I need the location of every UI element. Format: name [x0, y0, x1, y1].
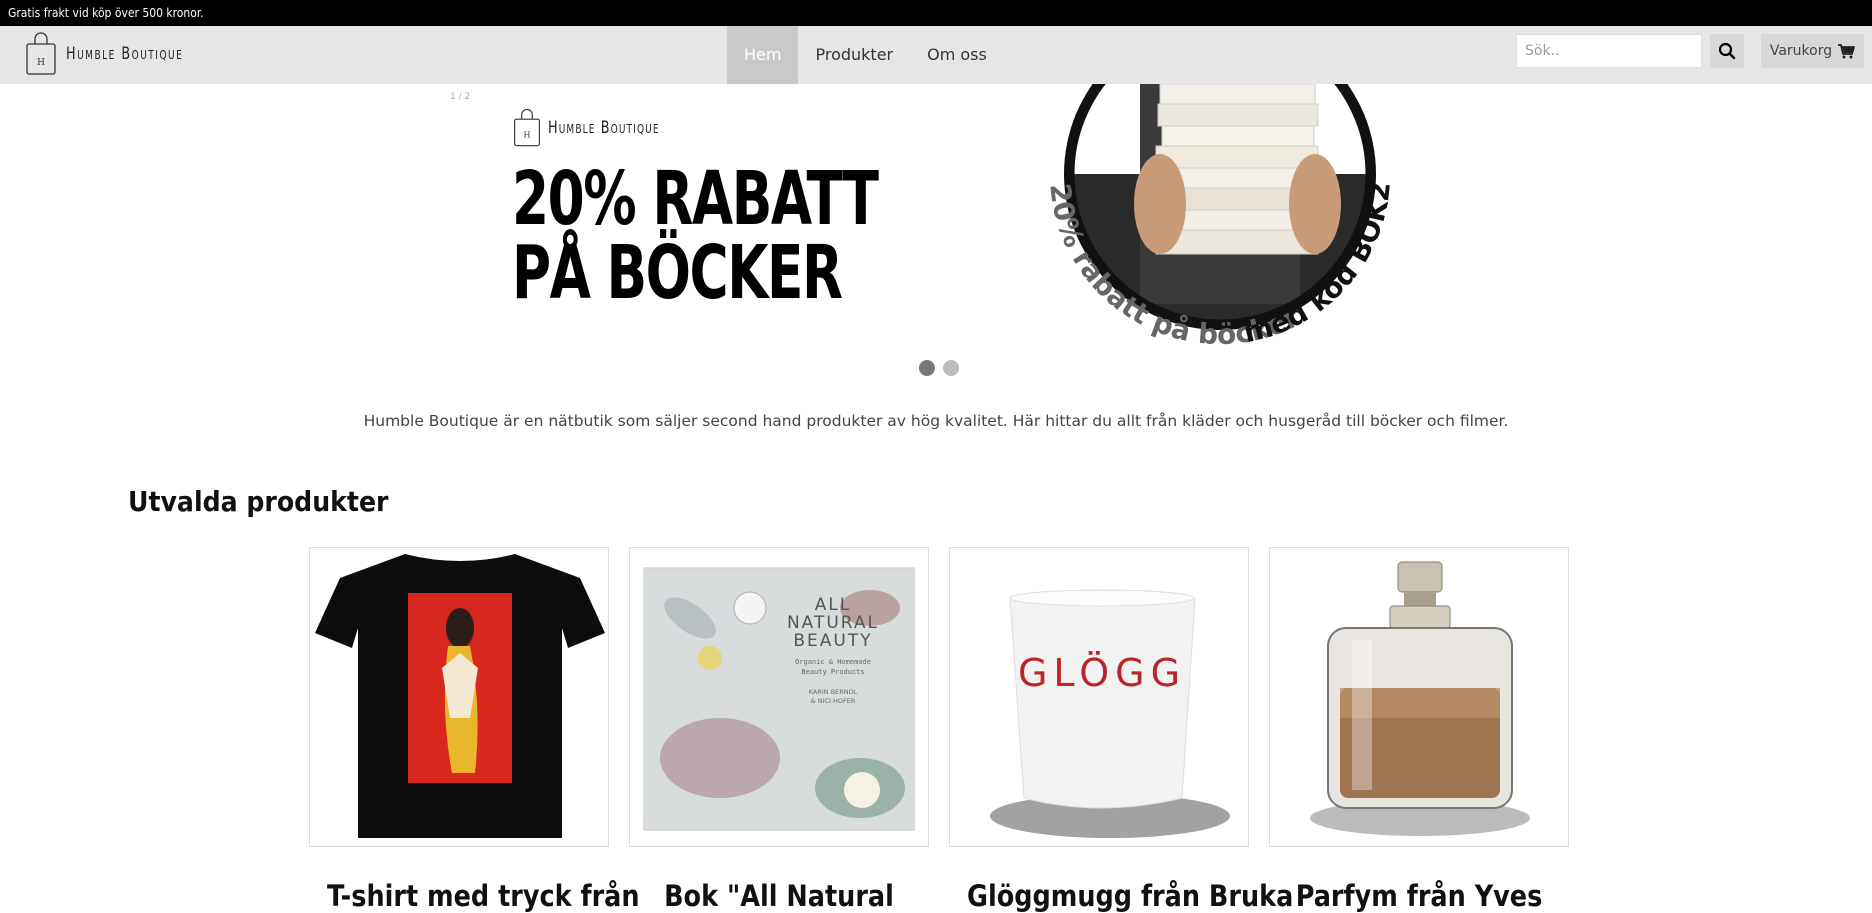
- mug-text: GLÖGG: [1018, 651, 1186, 695]
- search-button[interactable]: [1710, 34, 1744, 68]
- featured-products-title: Utvalda produkter: [128, 485, 389, 518]
- search-input[interactable]: [1516, 34, 1702, 68]
- shopping-cart-icon: [1838, 43, 1856, 58]
- hero-headline-line2: PÅ BÖCKER: [512, 230, 843, 316]
- book-cover-author-2: & NICI HOFER: [811, 697, 856, 705]
- hero-logo-text: Humble Boutique: [548, 118, 660, 138]
- product-card[interactable]: T-shirt med tryck från: [309, 547, 640, 913]
- main-navbar: H Humble Boutique Hem Produkter Om oss V…: [0, 26, 1872, 84]
- hero-headline-line1: 20% RABATT: [512, 156, 879, 242]
- hero-logo: H Humble Boutique: [512, 108, 697, 148]
- carousel-indicators: [919, 360, 959, 376]
- book-cover-title-3: BEAUTY: [793, 631, 872, 651]
- hero-headline: 20% RABATT PÅ BÖCKER: [512, 156, 879, 316]
- svg-text:H: H: [37, 58, 45, 68]
- logo-text: Humble Boutique: [66, 44, 184, 64]
- hero-carousel[interactable]: 1 / 2 H Humble Boutique 20% RABATT PÅ BÖ…: [0, 84, 1872, 394]
- book-cover-author: KARIN BERNDL: [809, 688, 858, 696]
- shopping-bag-icon: H: [26, 32, 56, 75]
- site-logo[interactable]: H Humble Boutique: [24, 30, 222, 78]
- book-cover-subtitle: Organic & Homemade: [795, 658, 871, 666]
- cart-button[interactable]: Varukorg: [1761, 34, 1864, 68]
- product-card[interactable]: ALL NATURAL BEAUTY Organic & Homemade Be…: [629, 547, 929, 913]
- featured-products-grid: T-shirt med tryck från ALL NATURAL BEAUT…: [309, 547, 1569, 913]
- intro-text: Humble Boutique är en nätbutik som sälje…: [363, 412, 1509, 430]
- book-cover-title-2: NATURAL: [787, 613, 879, 633]
- tshirt-image[interactable]: [309, 547, 609, 847]
- product-card[interactable]: GLÖGG Glöggmugg från Bruka: [949, 547, 1293, 913]
- books-promo-graphic: 20% rabatt på böcker med kod BOK22: [1010, 84, 1397, 351]
- mug-image[interactable]: GLÖGG: [949, 547, 1249, 847]
- search-icon: [1718, 42, 1736, 60]
- shopping-bag-icon: H: [514, 108, 540, 147]
- nav-home[interactable]: Hem: [727, 26, 799, 84]
- carousel-dot-2[interactable]: [943, 360, 959, 376]
- perfume-image[interactable]: [1269, 547, 1569, 847]
- book-cover-subtitle-2: Beauty Products: [801, 668, 864, 676]
- product-card[interactable]: Parfym från Yves: [1269, 547, 1569, 913]
- book-cover-title: ALL: [815, 595, 852, 615]
- slide-counter: 1 / 2: [450, 92, 471, 102]
- nav-products[interactable]: Produkter: [798, 26, 910, 84]
- carousel-dot-1[interactable]: [919, 360, 935, 376]
- main-nav: Hem Produkter Om oss: [727, 26, 1004, 84]
- svg-text:H: H: [524, 131, 531, 140]
- book-image[interactable]: ALL NATURAL BEAUTY Organic & Homemade Be…: [629, 547, 929, 847]
- cart-label: Varukorg: [1769, 43, 1833, 59]
- free-shipping-banner: Gratis frakt vid köp över 500 kronor.: [0, 0, 1872, 26]
- nav-about[interactable]: Om oss: [910, 26, 1004, 84]
